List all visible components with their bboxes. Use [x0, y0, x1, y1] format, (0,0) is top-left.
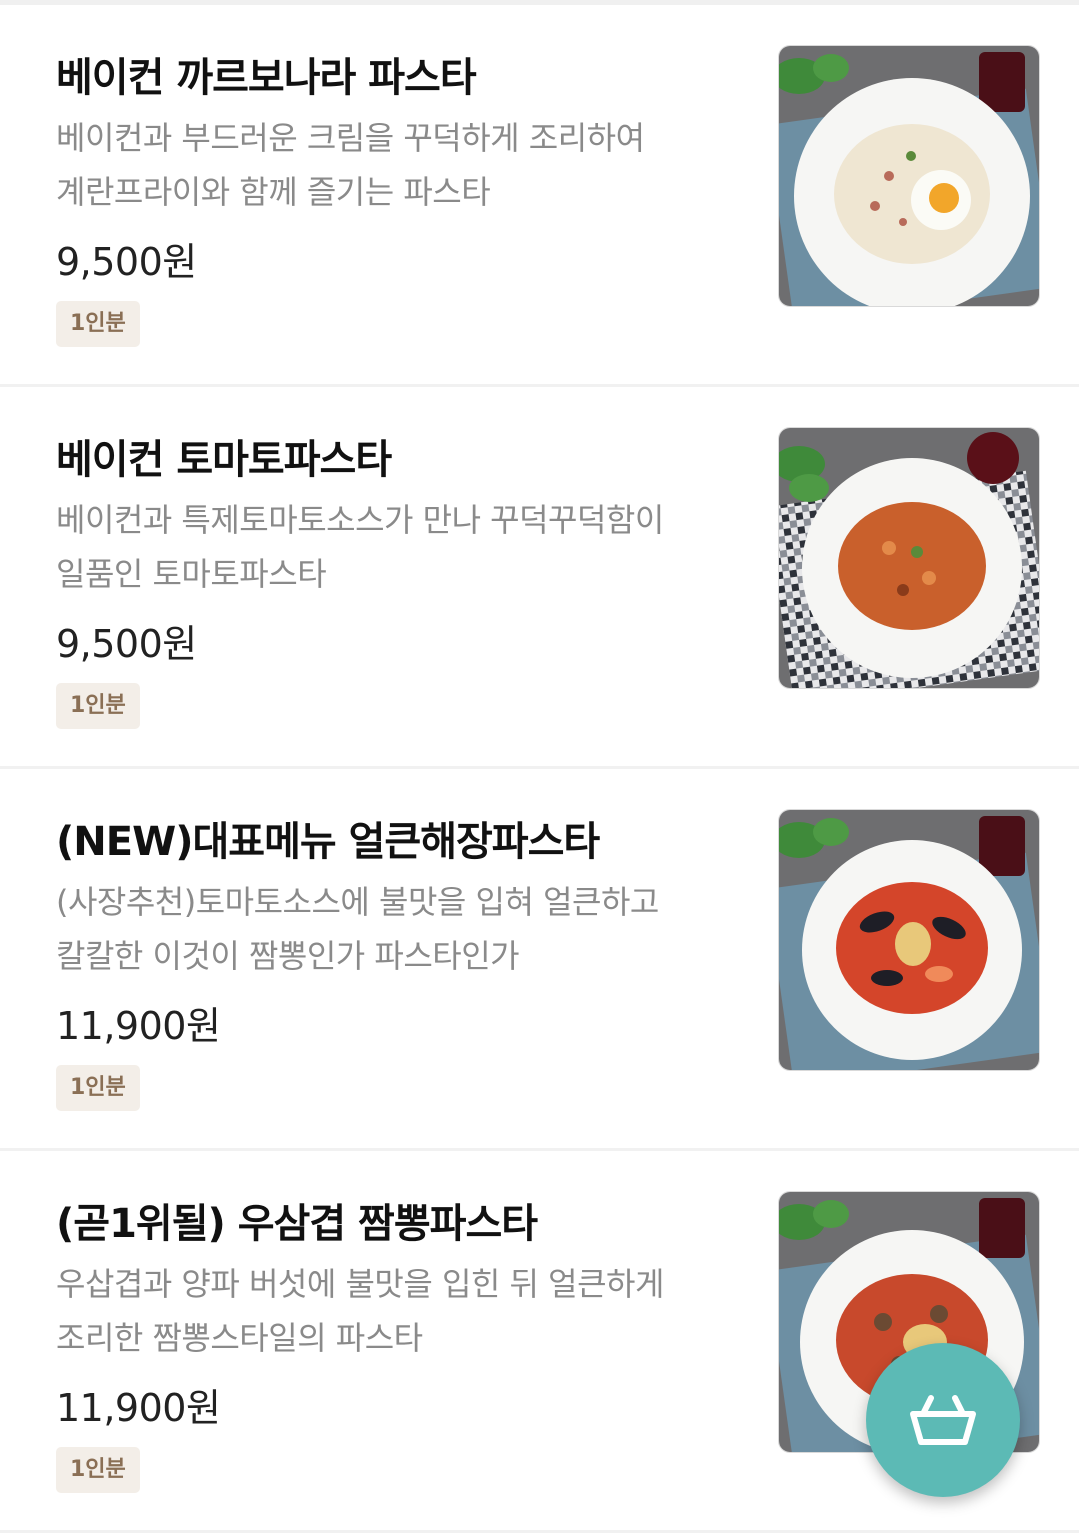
menu-item-price: 9,500원	[56, 240, 197, 284]
menu-item[interactable]: (NEW)대표메뉴 얼큰해장파스타 (사장추천)토마토소스에 불맛을 입혀 얼큰…	[0, 769, 1079, 1151]
pasta-dish-image	[779, 46, 1039, 306]
menu-item-name: 베이컨 까르보나라 파스타	[56, 55, 477, 101]
menu-item-price: 11,900원	[56, 1004, 221, 1048]
description-line: 우삽겹과 양파 버섯에 불맛을 입힌 뒤 얼큰하게	[56, 1265, 664, 1303]
description-line: 일품인 토마토파스타	[56, 555, 327, 593]
menu-item-description: 베이컨과 특제토마토소스가 만나 꾸덕꾸덕함이 일품인 토마토파스타	[56, 493, 736, 601]
description-line: 베이컨과 부드러운 크림을 꾸덕하게 조리하여	[56, 119, 645, 157]
menu-item-description: 베이컨과 부드러운 크림을 꾸덕하게 조리하여 계란프라이와 함께 즐기는 파스…	[56, 111, 736, 219]
menu-item-price: 11,900원	[56, 1386, 221, 1430]
menu-item-name: (NEW)대표메뉴 얼큰해장파스타	[56, 819, 600, 865]
menu-item[interactable]: 베이컨 토마토파스타 베이컨과 특제토마토소스가 만나 꾸덕꾸덕함이 일품인 토…	[0, 387, 1079, 769]
menu-item-name: (곧1위될) 우삼겹 짬뽕파스타	[56, 1201, 538, 1247]
serving-badge: 1인분	[56, 301, 140, 347]
menu-item-description: (사장추천)토마토소스에 불맛을 입혀 얼큰하고 칼칼한 이것이 짬뽕인가 파스…	[56, 875, 736, 983]
description-line: 계란프라이와 함께 즐기는 파스타	[56, 173, 491, 211]
menu-item-photo[interactable]	[778, 809, 1040, 1071]
description-line: 조리한 짬뽕스타일의 파스타	[56, 1319, 423, 1357]
menu-item-photo[interactable]	[778, 427, 1040, 689]
menu-item-name: 베이컨 토마토파스타	[56, 437, 392, 483]
cart-button[interactable]	[866, 1343, 1020, 1497]
description-line: (사장추천)토마토소스에 불맛을 입혀 얼큰하고	[56, 883, 659, 921]
serving-badge: 1인분	[56, 1065, 140, 1111]
menu-item-description: 우삽겹과 양파 버섯에 불맛을 입힌 뒤 얼큰하게 조리한 짬뽕스타일의 파스타	[56, 1257, 736, 1365]
menu-item-price: 9,500원	[56, 622, 197, 666]
menu-item-photo[interactable]	[778, 45, 1040, 307]
serving-badge: 1인분	[56, 1447, 140, 1493]
basket-icon	[910, 1395, 976, 1445]
description-line: 칼칼한 이것이 짬뽕인가 파스타인가	[56, 937, 520, 975]
description-line: 베이컨과 특제토마토소스가 만나 꾸덕꾸덕함이	[56, 501, 664, 539]
pasta-dish-image	[779, 428, 1039, 688]
menu-item[interactable]: 베이컨 까르보나라 파스타 베이컨과 부드러운 크림을 꾸덕하게 조리하여 계란…	[0, 5, 1079, 387]
pasta-dish-image	[779, 810, 1039, 1070]
serving-badge: 1인분	[56, 683, 140, 729]
